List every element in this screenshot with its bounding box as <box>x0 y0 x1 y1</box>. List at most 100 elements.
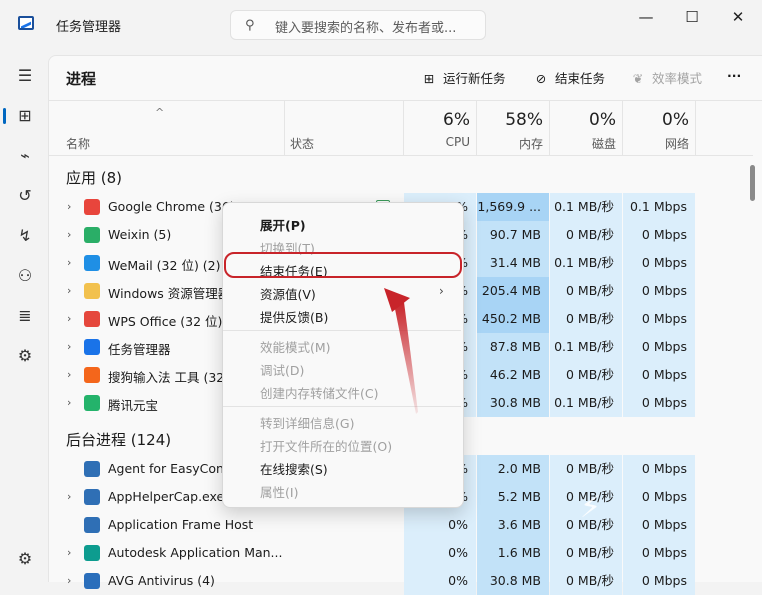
expand-chevron-icon[interactable]: › <box>67 284 71 297</box>
column-separator <box>549 101 550 155</box>
menu-item[interactable]: 在线搜索(S) <box>260 459 328 478</box>
end-task-label: 结束任务 <box>555 71 606 86</box>
end-task-button[interactable]: ⊘ 结束任务 <box>533 68 605 87</box>
column-separator <box>403 101 404 155</box>
column-disk[interactable]: 磁盘 <box>556 135 616 152</box>
expand-chevron-icon[interactable]: › <box>67 396 71 409</box>
process-name: AVG Antivirus (4) <box>108 573 215 588</box>
annotation-highlight <box>224 252 462 278</box>
cpu-percent: 6% <box>443 110 470 130</box>
search-input[interactable]: 键入要搜索的名称、发布者或... <box>275 17 456 36</box>
cell-net: 0 Mbps <box>623 539 695 567</box>
users-icon[interactable]: ⚇ <box>14 265 36 287</box>
expand-chevron-icon[interactable]: › <box>67 340 71 353</box>
cell-mem: 2.0 MB <box>477 455 549 483</box>
expand-chevron-icon[interactable]: › <box>67 256 71 269</box>
menu-item[interactable]: 打开文件所在的位置(O) <box>260 436 392 455</box>
column-separator <box>622 101 623 155</box>
services-icon[interactable]: ⚙ <box>14 345 36 367</box>
menu-item[interactable]: 展开(P) <box>260 215 306 234</box>
efficiency-mode-button[interactable]: ❦ 效率模式 <box>630 68 702 87</box>
close-button[interactable]: ✕ <box>716 4 760 30</box>
cell-net: 0 Mbps <box>623 361 695 389</box>
cell-net: 0 Mbps <box>623 483 695 511</box>
cell-net: 0 Mbps <box>623 277 695 305</box>
cell-disk: 0 MB/秒 <box>550 539 622 567</box>
column-separator <box>695 101 696 155</box>
menu-item[interactable]: 提供反馈(B) <box>260 307 328 326</box>
yuanbao-icon <box>84 395 100 411</box>
app-icon <box>84 489 100 505</box>
column-name[interactable]: 名称 <box>66 135 90 152</box>
toolbar-divider <box>48 100 762 101</box>
expand-chevron-icon[interactable]: › <box>67 312 71 325</box>
cell-net: 0 Mbps <box>623 333 695 361</box>
memory-percent: 58% <box>505 110 543 130</box>
cell-mem: 3.6 MB <box>477 511 549 539</box>
expand-chevron-icon[interactable]: › <box>67 200 71 213</box>
task-manager-icon <box>18 16 34 30</box>
app-history-icon[interactable]: ↺ <box>14 185 36 207</box>
cell-disk: 0 MB/秒 <box>550 277 622 305</box>
column-separator <box>476 101 477 155</box>
avg-icon <box>84 573 100 589</box>
cell-mem: 30.8 MB <box>477 567 549 595</box>
sogou-icon <box>84 367 100 383</box>
menu-item[interactable]: 转到详细信息(G) <box>260 413 354 432</box>
menu-item[interactable]: 效能模式(M) <box>260 337 331 356</box>
expand-chevron-icon[interactable]: › <box>67 574 71 587</box>
cell-disk: 0.1 MB/秒 <box>550 193 622 221</box>
menu-item[interactable]: 资源值(V) <box>260 284 316 303</box>
cell-mem: 1.6 MB <box>477 539 549 567</box>
column-network[interactable]: 网络 <box>629 135 689 152</box>
cell-disk: 0.1 MB/秒 <box>550 249 622 277</box>
expand-chevron-icon[interactable]: › <box>67 546 71 559</box>
cell-mem: 1,569.9 ... <box>477 193 549 221</box>
sort-chevron-icon: ^ <box>155 106 165 119</box>
taskmgr-icon <box>84 339 100 355</box>
cell-mem: 450.2 MB <box>477 305 549 333</box>
cell-disk: 0 MB/秒 <box>550 305 622 333</box>
minimize-button[interactable]: — <box>624 4 668 30</box>
process-name: Application Frame Host <box>108 517 254 532</box>
vertical-scrollbar[interactable] <box>750 165 755 201</box>
efficiency-mode-label: 效率模式 <box>652 71 703 86</box>
cell-cpu: 0% <box>404 511 476 539</box>
maximize-button[interactable]: ☐ <box>670 4 714 30</box>
end-task-icon: ⊘ <box>535 71 547 86</box>
more-options-button[interactable]: ··· <box>727 68 741 83</box>
process-name: Autodesk Application Man... <box>108 545 283 560</box>
performance-icon[interactable]: ⌁ <box>14 145 36 167</box>
window-title: 任务管理器 <box>56 20 122 35</box>
weixin-icon <box>84 227 100 243</box>
cell-net: 0 Mbps <box>623 249 695 277</box>
run-new-task-button[interactable]: ⊞ 运行新任务 <box>421 68 506 87</box>
processes-icon[interactable]: ⊞ <box>14 105 36 127</box>
expand-chevron-icon[interactable]: › <box>67 368 71 381</box>
column-cpu[interactable]: CPU <box>410 135 470 149</box>
cell-disk: 0 MB/秒 <box>550 221 622 249</box>
chrome-icon <box>84 199 100 215</box>
hamburger-menu-icon[interactable]: ☰ <box>14 65 36 87</box>
folder-icon <box>84 283 100 299</box>
menu-item[interactable]: 创建内存转储文件(C) <box>260 383 378 402</box>
search-icon: ⚲ <box>245 18 255 33</box>
column-memory[interactable]: 内存 <box>483 135 543 152</box>
column-status[interactable]: 状态 <box>290 135 314 152</box>
expand-chevron-icon[interactable]: › <box>67 228 71 241</box>
section-background: 后台进程 (124) <box>66 431 172 449</box>
cell-disk: 0 MB/秒 <box>550 361 622 389</box>
expand-chevron-icon[interactable]: › <box>67 490 71 503</box>
annotation-arrow-icon <box>384 288 418 414</box>
menu-item[interactable]: 属性(I) <box>260 482 298 501</box>
header-divider <box>48 155 753 156</box>
settings-gear-icon[interactable]: ⚙ <box>14 548 36 570</box>
menu-item[interactable]: 调试(D) <box>260 360 304 379</box>
cell-mem: 46.2 MB <box>477 361 549 389</box>
cell-net: 0 Mbps <box>623 389 695 417</box>
cell-net: 0.1 Mbps <box>623 193 695 221</box>
details-icon[interactable]: ≣ <box>14 305 36 327</box>
startup-apps-icon[interactable]: ↯ <box>14 225 36 247</box>
search-box[interactable]: ⚲ 键入要搜索的名称、发布者或... <box>230 10 486 40</box>
cell-net: 0 Mbps <box>623 567 695 595</box>
